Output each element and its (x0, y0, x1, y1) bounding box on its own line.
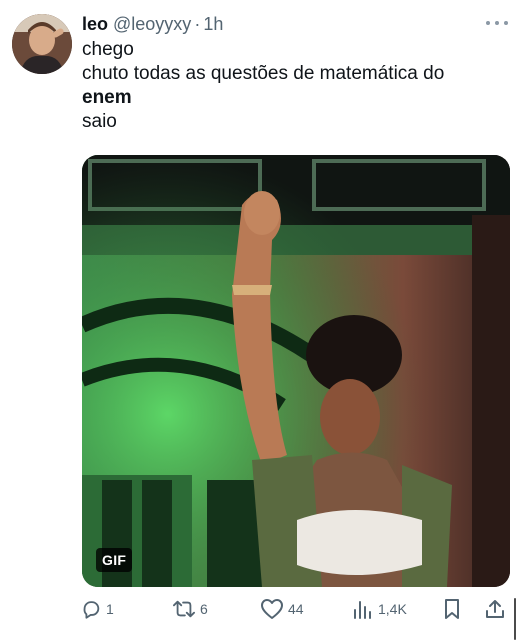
bookmark-button[interactable] (442, 596, 462, 622)
tweet-line: saio (82, 111, 117, 132)
retweet-count: 6 (200, 601, 208, 617)
reply-count: 1 (106, 601, 114, 617)
reply-icon (80, 598, 102, 620)
gif-media[interactable]: GIF (82, 155, 510, 587)
gif-badge: GIF (96, 548, 133, 572)
tweet-text: chego chuto todas as questões de matemát… (82, 38, 502, 134)
views-count: 1,4K (378, 601, 407, 617)
tweet-actions: 1 6 44 1,4K (80, 596, 510, 622)
scrollbar[interactable] (514, 598, 516, 640)
retweet-button[interactable]: 6 (172, 596, 208, 622)
tweet-line: chuto todas as questões de matemática do (82, 63, 445, 84)
separator-dot: · (194, 14, 201, 34)
share-button[interactable] (484, 596, 506, 622)
gif-frame-image (82, 155, 510, 587)
display-name[interactable]: leo (82, 12, 108, 36)
views-icon (352, 598, 374, 620)
tweet-line: chego (82, 39, 134, 60)
heart-icon (260, 598, 284, 620)
tweet-line-bold: enem (82, 87, 132, 108)
like-count: 44 (288, 601, 304, 617)
more-dots-icon[interactable] (486, 14, 508, 32)
avatar[interactable] (12, 14, 72, 74)
share-icon (484, 598, 506, 620)
bookmark-icon (442, 598, 462, 620)
views-button[interactable]: 1,4K (352, 596, 407, 622)
timestamp[interactable]: 1h (203, 12, 223, 36)
like-button[interactable]: 44 (260, 596, 304, 622)
user-handle[interactable]: @leoyyxy (113, 12, 191, 36)
retweet-icon (172, 598, 196, 620)
tweet-header: leo @leoyyxy · 1h (82, 12, 510, 36)
reply-button[interactable]: 1 (80, 596, 114, 622)
